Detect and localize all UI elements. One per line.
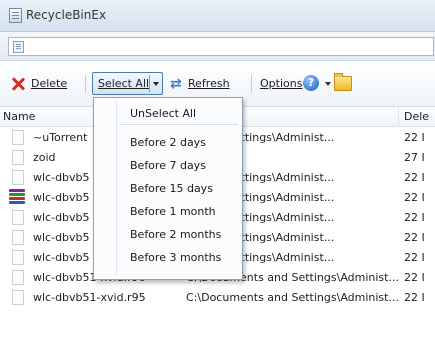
menu-item-before-2-days[interactable]: Before 2 days [130,136,206,149]
chevron-down-icon[interactable] [325,82,331,86]
split-divider [149,75,150,92]
file-icon [12,210,24,225]
file-name: wlc-dbvb51-xvid.r95 [33,291,146,304]
menu-gutter [116,100,117,276]
file-name: wlc-dbvb5 [33,251,90,264]
window-title: RecycleBinEx [26,8,107,22]
select-all-button[interactable]: Select All [98,77,149,90]
options-button[interactable]: Options [260,73,302,95]
deleted-date: 27 I [404,151,425,164]
deleted-date: 22 I [404,291,425,304]
menu-item-before-1-month[interactable]: Before 1 month [130,205,216,218]
file-path: C:\Documents and Settings\Administ... [186,291,399,304]
delete-button[interactable]: Delete [31,73,67,95]
file-name: wlc-dbvb5 [33,211,90,224]
table-row[interactable]: wlc-dbvb51-xvid.r95 C:\Documents and Set… [0,287,435,307]
deleted-date: 22 I [404,211,425,224]
help-icon[interactable]: ? [303,75,319,91]
file-icon [12,170,24,185]
menu-item-before-2-months[interactable]: Before 2 months [130,228,221,241]
deleted-date: 22 I [404,251,425,264]
recyclebinex-window: RecycleBinEx Delete Select All ⇄ Refresh… [0,0,435,340]
file-icon [12,150,24,165]
select-all-dropdown-menu: UnSelect All Before 2 days Before 7 days… [93,97,243,280]
archive-icon [9,189,25,204]
column-header-name[interactable]: Name [3,110,35,123]
refresh-button[interactable]: Refresh [188,73,230,95]
folder-icon[interactable] [334,73,352,91]
deleted-date: 22 I [404,171,425,184]
toolbar-separator [251,75,252,93]
toolbar-separator [85,75,86,93]
app-icon [9,8,22,23]
select-all-split-button[interactable]: Select All [92,72,163,95]
deleted-date: 22 I [404,231,425,244]
file-name: wlc-dbvb5 [33,231,90,244]
menu-item-before-7-days[interactable]: Before 7 days [130,159,206,172]
file-icon [12,270,24,285]
deleted-date: 22 I [404,131,425,144]
chevron-down-icon[interactable] [153,82,159,86]
refresh-icon[interactable]: ⇄ [170,77,184,91]
column-header-deleted[interactable]: Dele [404,110,429,123]
column-divider[interactable] [398,107,399,126]
file-icon [12,130,24,145]
file-name: wlc-dbvb5 [33,191,90,204]
file-name: ~uTorrent [33,131,88,144]
deleted-date: 22 I [404,271,425,284]
file-icon [12,250,24,265]
file-name: zoid [33,151,56,164]
document-icon [13,41,24,53]
address-field[interactable] [8,37,434,56]
menu-item-before-3-months[interactable]: Before 3 months [130,251,221,264]
deleted-date: 22 I [404,191,425,204]
file-icon [12,230,24,245]
address-bar [0,32,435,61]
file-icon [12,290,24,305]
title-bar: RecycleBinEx [0,0,435,32]
delete-icon[interactable] [11,77,25,91]
menu-item-unselect-all[interactable]: UnSelect All [130,107,196,120]
file-name: wlc-dbvb5 [33,171,90,184]
menu-item-before-15-days[interactable]: Before 15 days [130,182,213,195]
menu-separator [120,124,238,125]
